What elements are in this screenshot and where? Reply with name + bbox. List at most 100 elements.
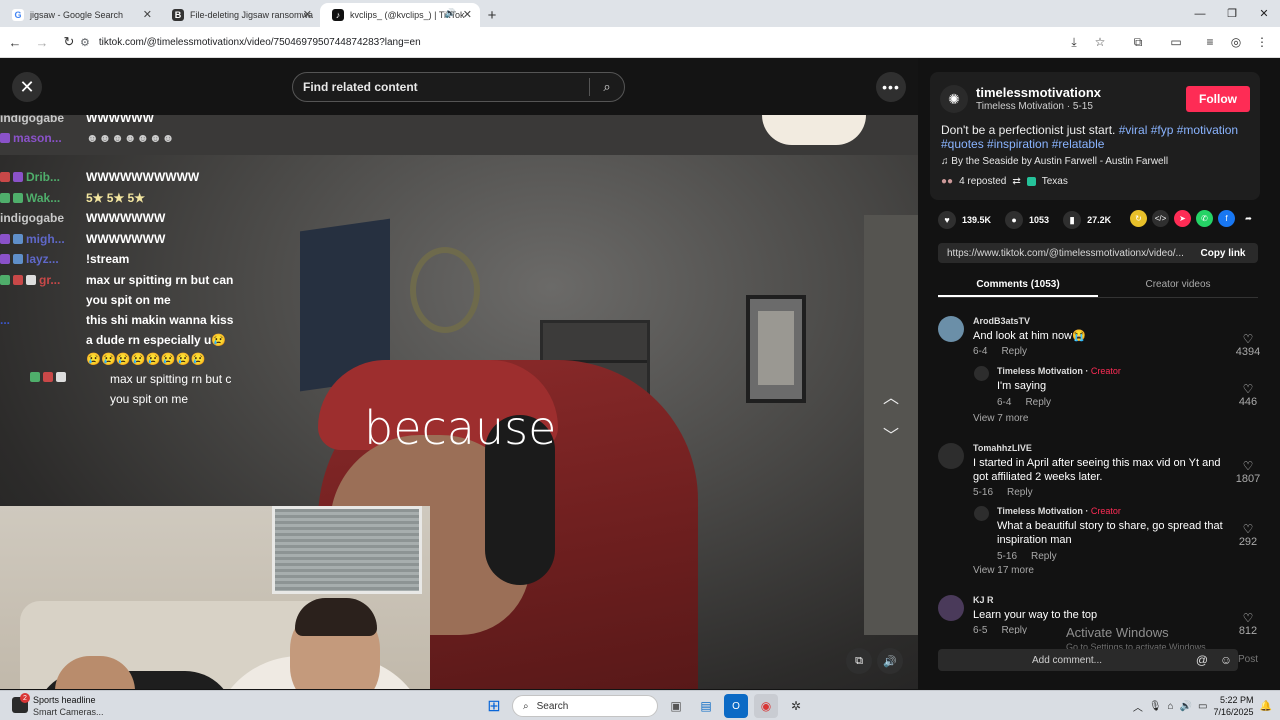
next-video-button[interactable]: ﹀	[876, 419, 906, 449]
reply-button[interactable]: Reply	[1025, 397, 1051, 408]
taskbar-search[interactable]: ⌕ Search	[512, 695, 658, 717]
site-info-icon[interactable]: ⚙	[80, 36, 90, 49]
close-window-icon[interactable]: ✕	[1248, 0, 1280, 27]
view-more-replies[interactable]: View 17 more	[973, 565, 1034, 576]
profile-icon[interactable]: ◎	[1224, 31, 1248, 53]
tray-overflow-icon[interactable]: ︿	[1133, 699, 1143, 714]
music-track[interactable]: ♫ By the Seaside by Austin Farwell - Aus…	[941, 156, 1168, 167]
split-view-icon[interactable]: ▭	[1164, 31, 1188, 53]
tab-creator-videos[interactable]: Creator videos	[1098, 274, 1258, 297]
tab-bleeping[interactable]: B File-deleting Jigsaw ransomwa ✕	[160, 3, 320, 27]
repost-share-icon[interactable]: ↻	[1130, 210, 1147, 227]
url-field[interactable]: ⚙ tiktok.com/@timelessmotivationx/video/…	[80, 31, 1080, 53]
video-frame[interactable]: because indigogabe WWWWWW mason... ☻☻☻☻☻…	[0, 115, 918, 689]
network-icon[interactable]: ⌂	[1168, 701, 1174, 712]
tab-google-search[interactable]: G jigsaw - Google Search ✕	[0, 3, 160, 27]
back-icon[interactable]: ←	[3, 30, 27, 54]
location-name[interactable]: Texas	[1042, 176, 1068, 187]
creator-username[interactable]: timelessmotivationx	[976, 85, 1101, 100]
share-arrow-icon[interactable]: ➦	[1240, 210, 1257, 227]
tab-strip: G jigsaw - Google Search ✕ B File-deleti…	[0, 0, 1280, 27]
add-comment-input[interactable]: Add comment... @ ☺	[938, 649, 1238, 671]
like-button[interactable]: ♥ 139.5K	[938, 211, 991, 229]
extensions-icon[interactable]: ⧉	[1126, 31, 1150, 53]
reply-button[interactable]: Reply	[1001, 346, 1027, 357]
mention-icon[interactable]: @	[1190, 653, 1214, 667]
news-subtitle: Smart Cameras...	[33, 707, 104, 717]
search-icon[interactable]: ⌕	[590, 79, 624, 95]
commenter-avatar[interactable]	[938, 316, 964, 342]
emoji-icon[interactable]: ☺	[1214, 653, 1238, 667]
follow-button[interactable]: Follow	[1186, 86, 1250, 112]
tab-tiktok[interactable]: ♪ kvclips_ (@kvclips_) | TikTok 🔊 ✕	[320, 3, 480, 27]
copy-link-button[interactable]: Copy link	[1188, 248, 1258, 259]
chat-row: layz...	[0, 252, 67, 266]
reply-author[interactable]: Timeless Motivation · Creator	[997, 366, 1121, 376]
heart-outline-icon: ♡	[1242, 522, 1254, 536]
search-placeholder: Find related content	[303, 80, 418, 94]
view-more-replies[interactable]: View 7 more	[973, 413, 1028, 424]
whatsapp-icon[interactable]: ✆	[1196, 210, 1213, 227]
reading-list-icon[interactable]: ≡	[1198, 31, 1222, 53]
volume-icon[interactable]: 🔊	[1180, 701, 1192, 712]
restore-icon[interactable]: ❐	[1216, 0, 1248, 27]
close-tab-icon[interactable]: ✕	[303, 8, 312, 21]
minimize-icon[interactable]: —	[1184, 0, 1216, 27]
reply-author[interactable]: Timeless Motivation · Creator	[997, 506, 1121, 516]
news-widget[interactable]: 2 Sports headline Smart Cameras...	[12, 693, 152, 719]
reply-button[interactable]: Reply	[1001, 625, 1027, 634]
clock[interactable]: 5:22 PM 7/16/2025	[1214, 694, 1254, 718]
volume-icon[interactable]: 🔊	[877, 648, 903, 674]
comment-button[interactable]: ● 1053	[1005, 211, 1049, 229]
close-tab-icon[interactable]: ✕	[143, 8, 152, 21]
bookmark-star-icon[interactable]: ☆	[1088, 31, 1112, 53]
more-options-button[interactable]: •••	[876, 72, 906, 102]
reposted-count[interactable]: 4 reposted	[959, 176, 1006, 187]
send-friends-icon[interactable]: ➤	[1174, 210, 1191, 227]
comment-like-button[interactable]: ♡ 4394	[1228, 332, 1268, 358]
commenter-name[interactable]: ArodB3atsTV	[973, 316, 1030, 326]
comment-like-button[interactable]: ♡ 1807	[1228, 459, 1268, 485]
floating-player-icon[interactable]: ⧉	[846, 648, 872, 674]
post-comment-button[interactable]: Post	[1238, 654, 1258, 665]
reload-icon[interactable]: ↻	[57, 30, 81, 54]
chat-message: max ur spitting rn but c	[110, 372, 232, 386]
close-video-button[interactable]: ✕	[12, 72, 42, 102]
related-search-input[interactable]: Find related content ⌕	[292, 72, 625, 102]
forward-icon[interactable]: →	[30, 30, 54, 54]
comment-like-button[interactable]: ♡ 446	[1228, 382, 1268, 408]
battery-icon[interactable]: ▭	[1198, 701, 1207, 712]
commenter-avatar[interactable]	[938, 595, 964, 621]
previous-video-button[interactable]: ︿	[876, 381, 906, 411]
speaker-icon[interactable]: 🔊	[445, 8, 456, 19]
video-player: ✕ Find related content ⌕ ••• because ind…	[0, 58, 918, 690]
reply-button[interactable]: Reply	[1031, 551, 1057, 562]
embed-icon[interactable]: </>	[1152, 210, 1169, 227]
creator-reply-avatar[interactable]	[974, 366, 989, 381]
start-windows-icon[interactable]: ⊞	[482, 694, 506, 718]
creator-reply-avatar[interactable]	[974, 506, 989, 521]
comment-like-button[interactable]: ♡ 812	[1228, 611, 1268, 634]
commenter-name[interactable]: KJ R	[973, 595, 994, 605]
tab-comments[interactable]: Comments (1053)	[938, 274, 1098, 297]
outlook-icon[interactable]: O	[724, 694, 748, 718]
task-view-icon[interactable]: ▣	[664, 694, 688, 718]
comment-like-button[interactable]: ♡ 292	[1228, 522, 1268, 548]
video-link[interactable]: https://www.tiktok.com/@timelessmotivati…	[938, 248, 1188, 259]
reply-button[interactable]: Reply	[1007, 487, 1033, 498]
install-icon[interactable]: ⤓	[1062, 31, 1086, 53]
chrome-icon[interactable]: ◉	[754, 694, 778, 718]
file-explorer-icon[interactable]: ▤	[694, 694, 718, 718]
reply-meta: 5-16 Reply	[997, 551, 1057, 562]
close-tab-icon[interactable]: ✕	[463, 8, 472, 21]
commenter-name[interactable]: TomahhzLIVE	[973, 443, 1032, 453]
creator-avatar[interactable]: ✺	[940, 85, 968, 113]
microphone-icon[interactable]: 🎙	[1149, 701, 1162, 712]
menu-icon[interactable]: ⋮	[1250, 31, 1274, 53]
notification-bell-icon[interactable]: 🔔	[1260, 701, 1272, 712]
app-icon[interactable]: ✲	[784, 694, 808, 718]
new-tab-button[interactable]: +	[480, 3, 504, 27]
commenter-avatar[interactable]	[938, 443, 964, 469]
save-button[interactable]: ▮ 27.2K	[1063, 211, 1111, 229]
facebook-icon[interactable]: f	[1218, 210, 1235, 227]
